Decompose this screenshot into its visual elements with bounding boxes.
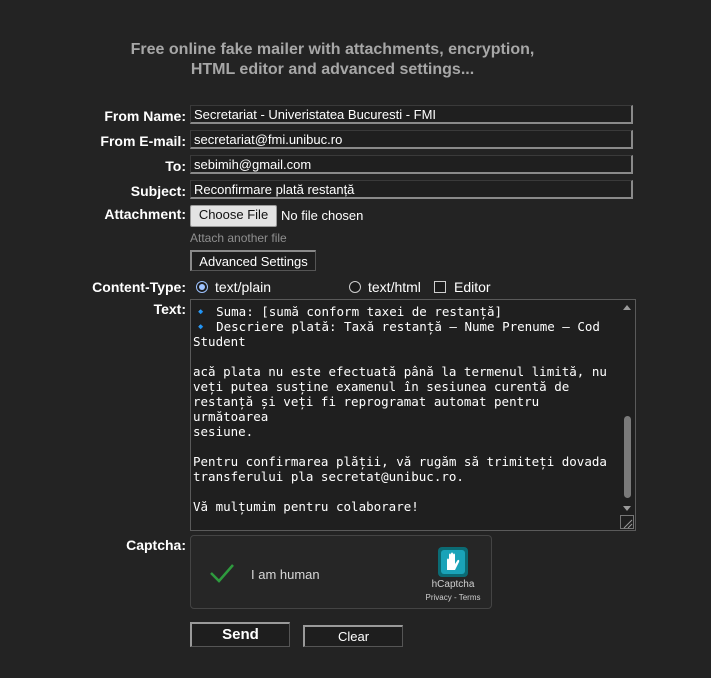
to-input[interactable] [190,155,633,174]
message-line: restanță și veți fi reprogramat automat … [193,394,613,424]
message-line: 🔹 Descriere plată: Taxă restanță – Nume … [193,319,613,334]
message-line: acă plata nu este efectuată până la term… [193,364,613,379]
message-line-text: veți putea susține examenul în sesiunea … [193,379,570,394]
scroll-down-arrow-icon[interactable] [623,506,631,511]
clear-button[interactable]: Clear [303,625,403,647]
header-line-2: HTML editor and advanced settings... [190,61,475,78]
message-line: veți putea susține examenul în sesiunea … [193,379,613,394]
checkmark-icon[interactable] [209,562,235,584]
advanced-settings-button[interactable]: Advanced Settings [190,250,316,271]
bullet-diamond-icon: 🔹 [193,304,209,319]
message-line: transferului pla secretat@unibuc.ro. [193,469,613,484]
send-button[interactable]: Send [190,622,290,647]
editor-checkbox[interactable] [434,281,446,293]
message-textarea[interactable]: 🔹 Suma: [sumă conform taxei de restanță]… [190,299,636,531]
from-email-label: From E-mail: [100,133,186,149]
message-line-text: transferului pla secretat@unibuc.ro. [193,469,464,484]
text-plain-option-label: text/plain [215,279,272,295]
textarea-scrollbar[interactable] [621,302,633,514]
subject-label: Subject: [130,183,186,199]
message-line: Student [193,334,613,349]
subject-input[interactable] [190,180,633,199]
hcaptcha-widget[interactable]: I am human hCaptcha Privacy - Terms [190,535,492,609]
message-line-text: restanță și veți fi reprogramat automat … [193,394,547,424]
message-line: Vă mulțumim pentru colaborare! [193,499,613,514]
page-header: Free online fake mailer with attachments… [0,40,665,80]
captcha-label: Captcha: [126,537,186,553]
message-line-text: sesiune. [193,424,254,439]
hcaptcha-hand-icon [438,547,468,577]
text-html-radio[interactable] [349,281,361,293]
message-line-text: Pentru confirmarea plății, vă rugăm să t… [193,454,607,469]
message-line: sesiune. [193,424,613,439]
text-html-option-label: text/html [368,279,421,295]
choose-file-button[interactable]: Choose File [190,205,277,227]
scroll-up-arrow-icon[interactable] [623,305,631,310]
message-text: 🔹 Suma: [sumă conform taxei de restanță]… [193,304,613,530]
bullet-diamond-icon: 🔹 [193,319,209,334]
text-plain-radio[interactable] [196,281,208,293]
to-label: To: [165,158,186,174]
message-line-text: Secretariat FMI – Universitatea din Bucu… [193,529,532,530]
resize-handle-icon[interactable] [620,515,634,529]
message-line: Pentru confirmarea plății, vă rugăm să t… [193,454,613,469]
message-line-text: Descriere plată: Taxă restanță – Nume Pr… [208,319,600,334]
message-line [193,484,613,499]
message-line [193,514,613,529]
editor-option-label: Editor [454,279,491,295]
hcaptcha-brand-text: hCaptcha [431,579,475,590]
message-line: Secretariat FMI – Universitatea din Bucu… [193,529,613,530]
from-email-input[interactable] [190,130,633,149]
message-line-text: Vă mulțumim pentru colaborare! [193,499,419,514]
message-line: 🔹 Suma: [sumă conform taxei de restanță] [193,304,613,319]
attach-another-file-link[interactable]: Attach another file [190,231,287,245]
message-line [193,349,613,364]
scrollbar-thumb[interactable] [624,416,631,498]
message-line [193,439,613,454]
content-type-label: Content-Type: [92,279,186,295]
message-line-text: acă plata nu este efectuată până la term… [193,364,607,379]
header-line-1: Free online fake mailer with attachments… [130,41,535,58]
from-name-input[interactable] [190,105,633,124]
attachment-label: Attachment: [104,206,186,222]
text-label: Text: [153,301,186,317]
message-line-text: Student [193,334,246,349]
captcha-i-am-human-text: I am human [251,567,320,582]
hcaptcha-privacy-terms-links[interactable]: Privacy - Terms [423,593,483,602]
no-file-chosen-text: No file chosen [281,208,364,223]
message-line-text: Suma: [sumă conform taxei de restanță] [208,304,503,319]
from-name-label: From Name: [104,108,186,124]
